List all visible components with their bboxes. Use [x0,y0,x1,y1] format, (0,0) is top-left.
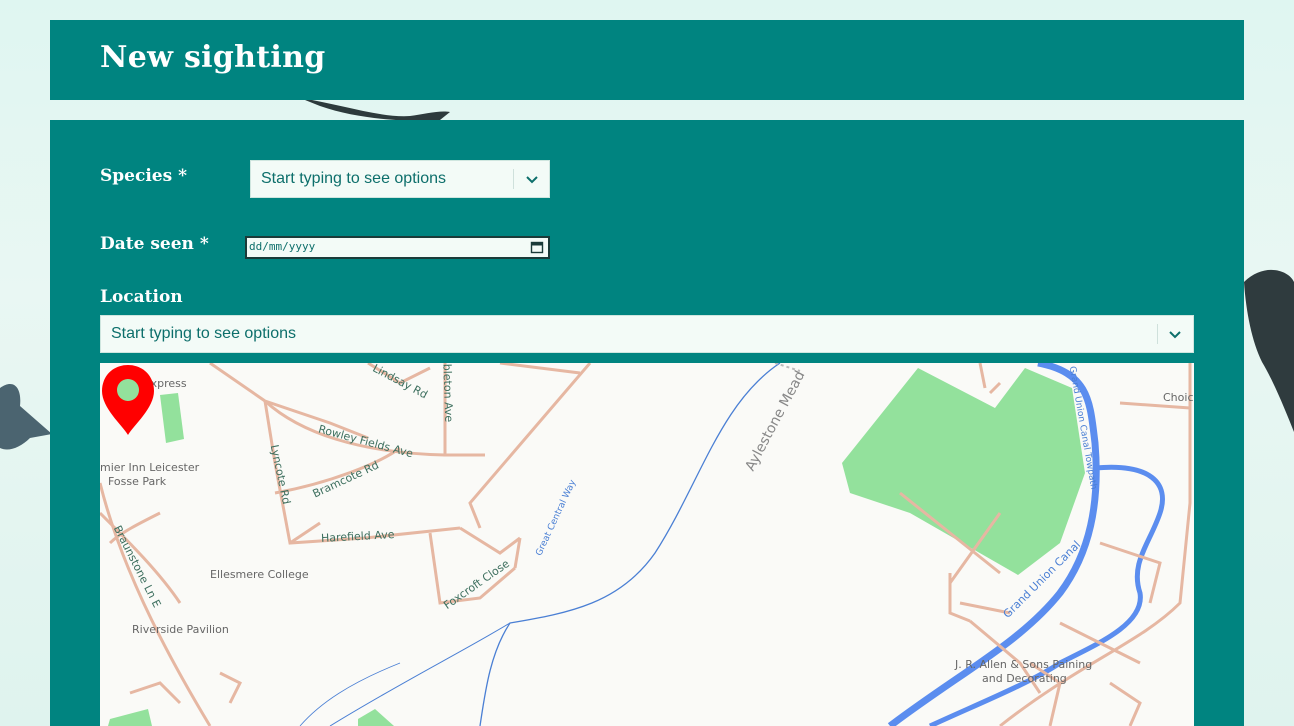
date-seen-label: Date seen * [100,234,209,254]
page-header: New sighting [50,20,1244,100]
select-separator [513,169,514,189]
park-area [358,709,394,726]
stream [479,363,781,726]
map-label: and Decorating [982,672,1067,685]
bird-illustration [300,98,450,121]
page-title: New sighting [100,40,326,75]
map-label: Fosse Park [108,475,167,488]
calendar-icon[interactable] [530,240,544,254]
select-separator [1157,324,1158,344]
bird-illustration [0,384,52,450]
chevron-down-icon[interactable] [524,171,540,187]
map-label: Choic [1163,391,1194,404]
species-placeholder: Start typing to see options [261,170,446,187]
location-pin-icon[interactable] [100,363,156,437]
chevron-down-icon[interactable] [1167,326,1183,342]
location-label: Location [100,287,183,307]
location-map[interactable]: Tesco Express mier Inn Leicester Fosse P… [100,363,1194,726]
stream [299,662,401,726]
location-placeholder: Start typing to see options [111,325,296,342]
park-area [160,393,184,443]
map-label: Riverside Pavilion [132,623,229,636]
map-label: Ellesmere College [210,568,309,581]
date-seen-input[interactable]: dd/mm/yyyy [245,236,550,259]
species-label: Species * [100,166,187,186]
location-select[interactable]: Start typing to see options [100,315,1194,353]
date-placeholder: dd/mm/yyyy [249,240,316,253]
map-label: mier Inn Leicester [100,461,200,474]
species-select[interactable]: Start typing to see options [250,160,550,198]
bird-illustration [1244,269,1294,432]
map-label: J. R. Allen & Sons Paining [955,658,1093,671]
sighting-form: Species * Start typing to see options Da… [50,120,1244,726]
map-label: nbleton Ave [440,363,456,423]
park-area [108,709,152,726]
